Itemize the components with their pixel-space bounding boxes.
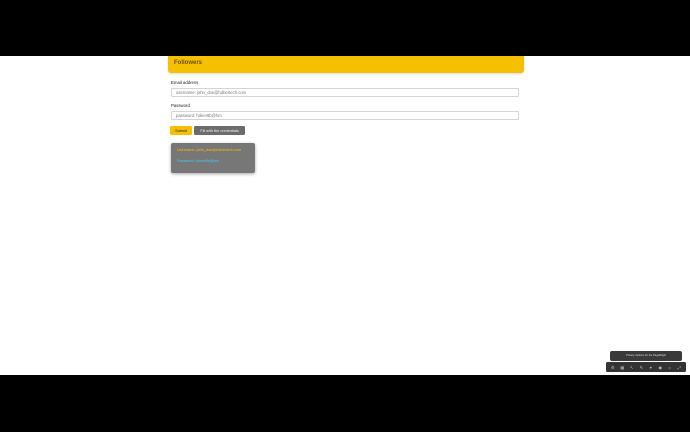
cursor-icon[interactable]: ↖ [629, 365, 634, 370]
fill-credentials-button[interactable]: Fill with the credentials [194, 126, 245, 135]
privacy-widget-text: Privacy Options for the PageBright [626, 354, 666, 357]
pin-icon[interactable]: ⌖ [648, 365, 653, 370]
grid-icon[interactable]: ▦ [620, 365, 625, 370]
gear-icon[interactable]: ⚙ [610, 365, 615, 370]
credentials-card: Username: john_doe@hdbertech.com Passwor… [171, 143, 255, 173]
page-title: Followers [174, 60, 203, 66]
settings-icon[interactable]: ☼ [667, 365, 672, 370]
credential-password: Password: hdeer8b@hm [177, 159, 219, 163]
submit-button[interactable]: Submit [170, 126, 192, 135]
expand-icon[interactable]: ⤢ [677, 365, 682, 370]
email-field[interactable] [171, 88, 519, 97]
privacy-widget[interactable]: Privacy Options for the PageBright [610, 351, 682, 361]
page-viewport: Followers Email address Password Submit … [0, 56, 690, 375]
header-bar: Followers [168, 56, 524, 73]
bottom-toolbar: ⚙ ▦ ↖ ✎ ⌖ ◉ ☼ ⤢ [606, 362, 686, 372]
pen-icon[interactable]: ✎ [639, 365, 644, 370]
password-label: Password [171, 103, 190, 108]
credential-username: Username: john_doe@hdbertech.com [177, 148, 242, 152]
email-label: Email address [171, 80, 199, 85]
camera-icon[interactable]: ◉ [658, 365, 663, 370]
password-field[interactable] [171, 111, 519, 120]
